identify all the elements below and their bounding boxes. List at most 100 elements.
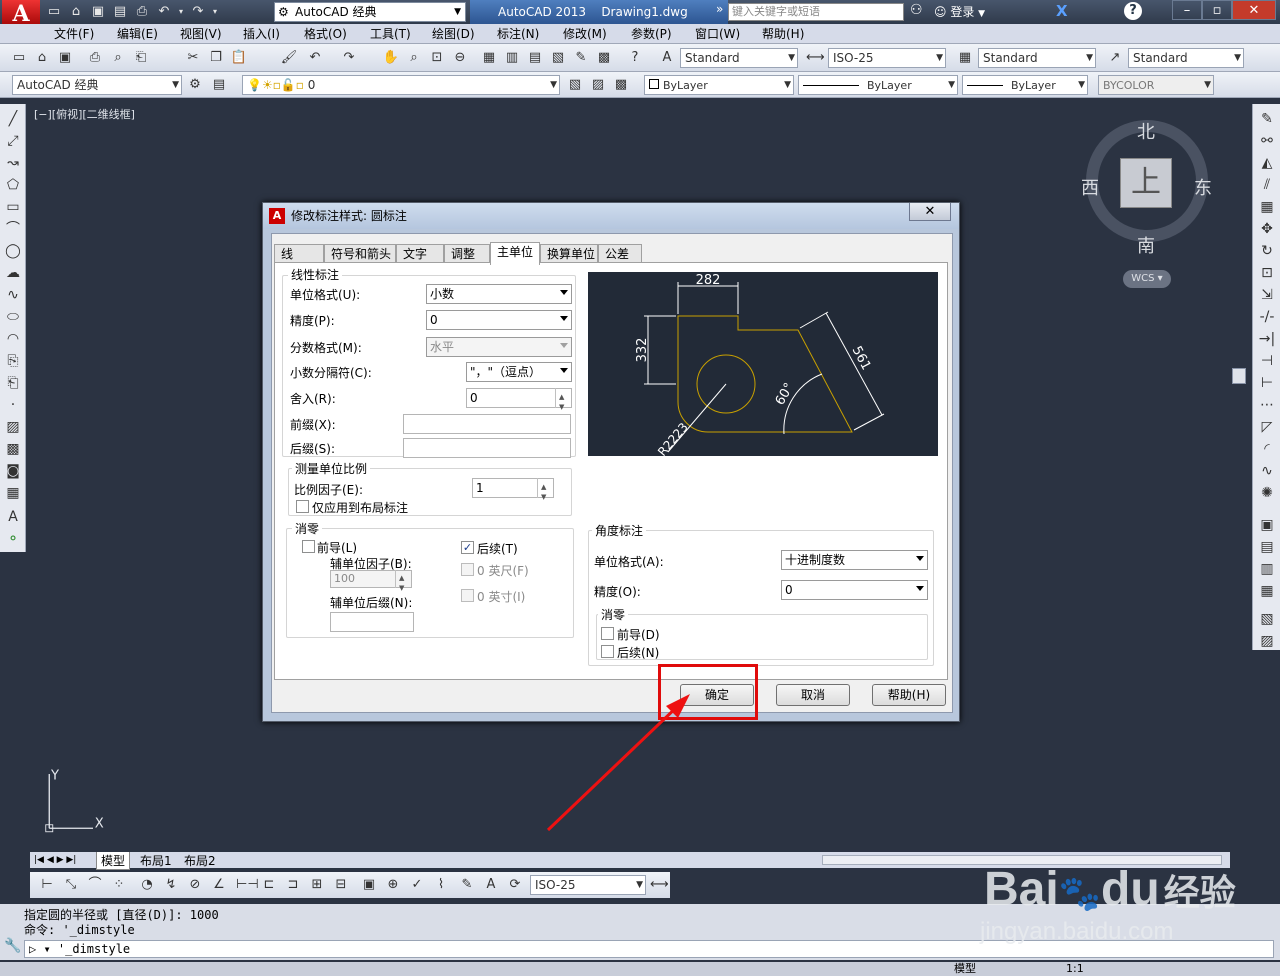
menu-param[interactable]: 参数(P) — [631, 24, 672, 44]
tab-nav-arrows[interactable]: |◀ ◀ ▶ ▶| — [34, 852, 76, 868]
hatch-icon[interactable]: ▨ — [4, 418, 22, 436]
layer-manager-icon[interactable]: ▤ — [210, 76, 228, 94]
dim-ordinate-icon[interactable]: ⁘ — [110, 876, 128, 894]
explode-icon[interactable]: ✺ — [1258, 484, 1276, 502]
open-icon[interactable]: ⌂ — [66, 2, 86, 22]
arc-icon[interactable]: ⌒ — [4, 220, 22, 238]
properties-icon[interactable]: ▦ — [480, 49, 498, 67]
paste-icon[interactable]: 📋 — [230, 49, 248, 67]
layer-previous-icon[interactable]: ▧ — [566, 76, 584, 94]
help-icon[interactable]: ? — [1124, 2, 1142, 20]
undo-icon[interactable]: ↶ — [154, 2, 174, 22]
rotate-icon[interactable]: ↻ — [1258, 242, 1276, 260]
vertical-scrollbar-thumb[interactable] — [1232, 368, 1246, 384]
exchange-icon[interactable]: X — [1056, 2, 1068, 20]
tab-alt-units[interactable]: 换算单位 — [540, 244, 598, 264]
cut-icon[interactable]: ✂ — [184, 49, 202, 67]
plot-icon[interactable]: ⎙ — [132, 2, 152, 22]
unit-format-select[interactable]: 小数 — [426, 284, 572, 304]
close-button[interactable]: ✕ — [1232, 0, 1276, 20]
prefix-input[interactable] — [403, 414, 571, 434]
menu-modify[interactable]: 修改(M) — [563, 24, 607, 44]
draworder2-icon[interactable]: ▤ — [1258, 538, 1276, 556]
menu-file[interactable]: 文件(F) — [54, 24, 94, 44]
layer-match-icon[interactable]: ▨ — [589, 76, 607, 94]
compass-south[interactable]: 南 — [1137, 232, 1155, 258]
pline-icon[interactable]: ↝ — [4, 154, 22, 172]
dim-aligned-icon[interactable]: ⤡ — [62, 876, 80, 894]
draworder-icon[interactable]: ▣ — [1258, 516, 1276, 534]
trim-icon[interactable]: -/- — [1258, 308, 1276, 326]
search-input[interactable]: 键入关键字或短语 — [728, 3, 904, 21]
dim-baseline-icon[interactable]: ⊏ — [260, 876, 278, 894]
linetype-combo[interactable]: ByLayer ▼ — [798, 75, 958, 95]
fraction-format-select[interactable]: 水平 — [426, 337, 572, 357]
tab-layout2[interactable]: 布局2 — [180, 852, 220, 869]
layer-iso-icon[interactable]: ▩ — [612, 76, 630, 94]
workspace-combo[interactable]: ⚙ AutoCAD 经典 ▼ — [274, 2, 466, 22]
mleader-style-combo[interactable]: Standard ▼ — [1128, 48, 1244, 68]
decimal-separator-select[interactable]: "，"（逗点） — [466, 362, 572, 382]
pan-icon[interactable]: ✋ — [382, 49, 400, 67]
viewport-label[interactable]: [−][俯视][二维线框] — [34, 106, 135, 122]
erase-icon[interactable]: ✎ — [1258, 110, 1276, 128]
toolpalette-icon[interactable]: ▤ — [526, 49, 544, 67]
line-icon[interactable]: ╱ — [4, 110, 22, 128]
ellipse-icon[interactable]: ⬭ — [4, 308, 22, 326]
revcloud-icon[interactable]: ☁ — [4, 264, 22, 282]
compass-east[interactable]: 东 — [1194, 174, 1212, 200]
tab-layout1[interactable]: 布局1 — [136, 852, 176, 869]
wrench-icon[interactable]: 🔧 — [4, 938, 21, 954]
binoculars-icon[interactable]: ⚇ — [910, 2, 923, 18]
dim-angular-icon[interactable]: ∠ — [210, 876, 228, 894]
menu-help[interactable]: 帮助(H) — [762, 24, 804, 44]
text-style-combo[interactable]: Standard ▼ — [680, 48, 798, 68]
insert-block-icon[interactable]: ⎘ — [4, 352, 22, 370]
angular-trailing-checkbox[interactable] — [601, 645, 614, 658]
dim-linear-icon[interactable]: ⊢ — [38, 876, 56, 894]
markup-icon[interactable]: ✎ — [572, 49, 590, 67]
compass-west[interactable]: 西 — [1081, 174, 1099, 200]
menu-draw[interactable]: 绘图(D) — [432, 24, 475, 44]
dim-radius-icon[interactable]: ◔ — [138, 876, 156, 894]
publish-icon[interactable]: ⎗ — [132, 49, 150, 67]
jogged-linear-icon[interactable]: ⌇ — [432, 876, 450, 894]
circle-icon[interactable]: ◯ — [4, 242, 22, 260]
zoom-icon[interactable]: ⌕ — [405, 49, 423, 67]
lineweight-combo[interactable]: ByLayer ▼ — [962, 75, 1088, 95]
draworder5-icon[interactable]: ▧ — [1258, 610, 1276, 628]
workspace-combo-2[interactable]: AutoCAD 经典 ▼ — [12, 75, 182, 95]
angular-precision-select[interactable]: 0 — [781, 580, 928, 600]
copy-icon[interactable]: ⚯ — [1258, 132, 1276, 150]
layout-only-checkbox[interactable] — [296, 500, 309, 513]
break-point-icon[interactable]: ⊣ — [1258, 352, 1276, 370]
matchprop-icon[interactable]: 🖌 — [280, 49, 298, 67]
saveas-icon[interactable]: ▤ — [110, 2, 130, 22]
precision-select[interactable]: 0 — [426, 310, 572, 330]
dim-continue-icon[interactable]: ⊐ — [284, 876, 302, 894]
gradient-icon[interactable]: ▩ — [4, 440, 22, 458]
plot-icon[interactable]: ⎙ — [86, 49, 104, 67]
round-off-input[interactable]: 0 — [466, 388, 572, 416]
new-icon[interactable]: ▭ — [10, 49, 28, 67]
quickcalc-icon[interactable]: ▩ — [595, 49, 613, 67]
menu-tools[interactable]: 工具(T) — [370, 24, 411, 44]
extend-icon[interactable]: →| — [1258, 330, 1276, 348]
tab-model[interactable]: 模型 — [96, 852, 131, 870]
feet-checkbox[interactable] — [461, 563, 474, 576]
angular-unit-format-select[interactable]: 十进制度数 — [781, 550, 928, 570]
dim-update-icon[interactable]: ⟳ — [506, 876, 524, 894]
viewcube-face[interactable]: 上 — [1120, 158, 1172, 208]
menu-window[interactable]: 窗口(W) — [695, 24, 740, 44]
table-style-icon[interactable]: ▦ — [956, 49, 974, 67]
redo-icon[interactable]: ↷ — [340, 49, 358, 67]
copy-icon[interactable]: ❐ — [207, 49, 225, 67]
color-combo[interactable]: ByLayer ▼ — [644, 75, 794, 95]
dim-arc-icon[interactable]: ⌒ — [86, 876, 104, 894]
mleader-style-icon[interactable]: ↗ — [1106, 49, 1124, 67]
dim-diameter-icon[interactable]: ⊘ — [186, 876, 204, 894]
center-mark-icon[interactable]: ⊕ — [384, 876, 402, 894]
dim-break-icon[interactable]: ⊟ — [332, 876, 350, 894]
table-style-combo[interactable]: Standard ▼ — [978, 48, 1096, 68]
trailing-zero-checkbox[interactable]: ✓ — [461, 541, 474, 554]
